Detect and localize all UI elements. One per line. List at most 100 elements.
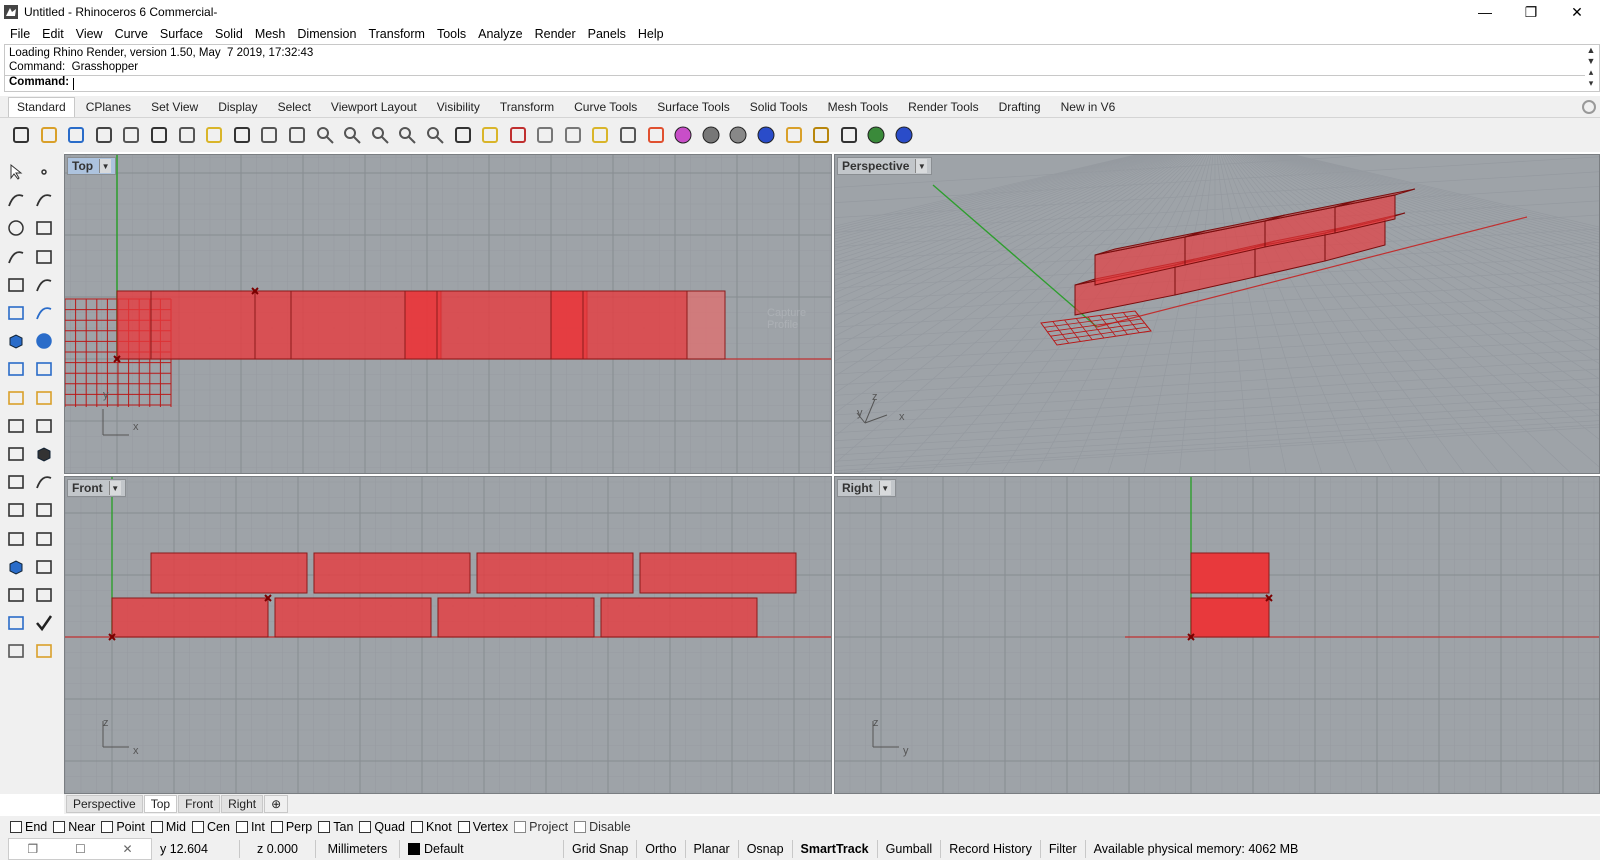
osnap-point[interactable]: Point: [101, 820, 145, 834]
osnap-quad[interactable]: Quad: [359, 820, 405, 834]
viewport-tab-right[interactable]: Right: [221, 795, 264, 813]
paint-icon[interactable]: [32, 639, 56, 663]
viewport-right-label[interactable]: Right ▼: [837, 479, 896, 497]
osnap-checkbox[interactable]: [359, 821, 372, 833]
status-layer[interactable]: Default: [400, 840, 564, 858]
menu-transform[interactable]: Transform: [362, 27, 431, 41]
pan-icon[interactable]: [257, 123, 281, 147]
rendered-sphere-icon[interactable]: [726, 123, 750, 147]
circle-icon[interactable]: [4, 216, 28, 240]
open-file-icon[interactable]: [37, 123, 61, 147]
osnap-checkbox[interactable]: [270, 821, 283, 833]
osnap-end[interactable]: End: [10, 820, 47, 834]
command-input-row[interactable]: Command:: [5, 75, 1585, 91]
menu-help[interactable]: Help: [632, 27, 670, 41]
osnap-int[interactable]: Int: [235, 820, 265, 834]
close-button[interactable]: ✕: [1554, 0, 1600, 24]
osnap-checkbox[interactable]: [192, 821, 204, 833]
viewport-perspective-label[interactable]: Perspective ▼: [837, 157, 933, 175]
menu-mesh[interactable]: Mesh: [249, 27, 292, 41]
osnap-cen[interactable]: Cen: [192, 820, 230, 834]
menu-tools[interactable]: Tools: [431, 27, 472, 41]
tab-curve-tools[interactable]: Curve Tools: [565, 97, 646, 117]
viewport-tab-front[interactable]: Front: [178, 795, 221, 813]
gradient-icon[interactable]: [782, 123, 806, 147]
trim-icon[interactable]: [4, 414, 28, 438]
tab-drafting[interactable]: Drafting: [990, 97, 1050, 117]
maximize-icon[interactable]: ☐: [75, 842, 86, 856]
toggle-gumball[interactable]: Gumball: [878, 840, 942, 858]
sphere-icon[interactable]: [32, 329, 56, 353]
fillet-icon[interactable]: [4, 470, 28, 494]
chevron-down-icon[interactable]: ▼: [878, 481, 891, 495]
toggle-planar[interactable]: Planar: [686, 840, 739, 858]
four-viewports-icon[interactable]: [451, 123, 475, 147]
tab-display[interactable]: Display: [209, 97, 266, 117]
zoom-extents-icon[interactable]: [368, 123, 392, 147]
light-icon[interactable]: [588, 123, 612, 147]
add-viewport-tab-icon[interactable]: ⊕: [264, 795, 289, 813]
osnap-checkbox[interactable]: [318, 821, 331, 833]
zoom-dynamic-icon[interactable]: [423, 123, 447, 147]
show-icon[interactable]: [533, 123, 557, 147]
osnap-disable[interactable]: Disable: [574, 820, 631, 834]
curve-from-object-icon[interactable]: [32, 470, 56, 494]
osnap-near[interactable]: Near: [53, 820, 95, 834]
osnap-checkbox[interactable]: [101, 821, 114, 833]
toggle-grid-snap[interactable]: Grid Snap: [564, 840, 638, 858]
menu-analyze[interactable]: Analyze: [472, 27, 528, 41]
tab-solid-tools[interactable]: Solid Tools: [741, 97, 817, 117]
snapshot-icon[interactable]: [561, 123, 585, 147]
command-scrollbar[interactable]: ▲ ▼ ▴ ▾: [1585, 45, 1597, 91]
tab-mesh-tools[interactable]: Mesh Tools: [819, 97, 897, 117]
viewport-tab-top[interactable]: Top: [143, 795, 178, 813]
undo-icon[interactable]: [230, 123, 254, 147]
color-wheel-icon[interactable]: [671, 123, 695, 147]
select-arrow-icon[interactable]: [4, 160, 28, 184]
tab-transform[interactable]: Transform: [491, 97, 563, 117]
zoom-window-icon[interactable]: [340, 123, 364, 147]
tab-standard[interactable]: Standard: [8, 97, 75, 117]
solid-icon[interactable]: [32, 442, 56, 466]
menu-render[interactable]: Render: [529, 27, 582, 41]
osnap-knot[interactable]: Knot: [411, 820, 452, 834]
ellipse-icon[interactable]: [32, 216, 56, 240]
curve-icon[interactable]: [32, 188, 56, 212]
osnap-checkbox[interactable]: [235, 821, 248, 833]
point-icon[interactable]: [32, 160, 56, 184]
tab-cplanes[interactable]: CPlanes: [77, 97, 140, 117]
viewport-top[interactable]: Top ▼ x y Capture Profile: [64, 154, 832, 474]
freeform-curve-icon[interactable]: [32, 273, 56, 297]
chevron-down-icon[interactable]: ▼: [99, 159, 112, 173]
osnap-mid[interactable]: Mid: [150, 820, 186, 834]
osnap-checkbox[interactable]: [10, 821, 22, 833]
dimension-icon[interactable]: [32, 498, 56, 522]
osnap-checkbox[interactable]: [457, 821, 470, 833]
status-units[interactable]: Millimeters: [316, 840, 400, 858]
paste-icon[interactable]: [202, 123, 226, 147]
menu-curve[interactable]: Curve: [109, 27, 154, 41]
toolbar-options-gear-icon[interactable]: [1582, 100, 1596, 114]
text-icon[interactable]: [4, 498, 28, 522]
polygon-icon[interactable]: [4, 273, 28, 297]
surface-corner-icon[interactable]: [4, 301, 28, 325]
tab-viewport-layout[interactable]: Viewport Layout: [322, 97, 426, 117]
menu-surface[interactable]: Surface: [154, 27, 209, 41]
toggle-smarttrack[interactable]: SmartTrack: [793, 840, 878, 858]
tab-select[interactable]: Select: [269, 97, 320, 117]
menu-file[interactable]: File: [4, 27, 36, 41]
tab-new-in-v6[interactable]: New in V6: [1052, 97, 1125, 117]
viewport-tab-perspective[interactable]: Perspective: [66, 795, 143, 813]
osnap-tan[interactable]: Tan: [318, 820, 353, 834]
osnap-checkbox[interactable]: [150, 821, 163, 833]
save-icon[interactable]: [64, 123, 88, 147]
minimize-button[interactable]: —: [1462, 0, 1508, 24]
check-icon[interactable]: [32, 611, 56, 635]
grasshopper-icon[interactable]: [864, 123, 888, 147]
menu-edit[interactable]: Edit: [36, 27, 70, 41]
viewport-front-label[interactable]: Front ▼: [67, 479, 126, 497]
cut-icon[interactable]: [147, 123, 171, 147]
explode-icon[interactable]: [4, 386, 28, 410]
toggle-osnap[interactable]: Osnap: [739, 840, 793, 858]
extrude-curve-icon[interactable]: [32, 301, 56, 325]
